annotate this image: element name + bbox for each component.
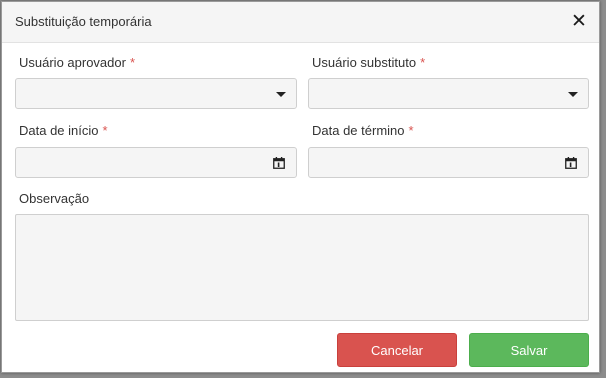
dialog-title: Substituição temporária <box>15 14 152 29</box>
start-date-input[interactable] <box>15 147 297 178</box>
substitute-select[interactable] <box>308 78 589 109</box>
required-mark: * <box>420 55 426 70</box>
required-mark: * <box>408 123 414 138</box>
chevron-down-icon <box>276 92 286 97</box>
start-date-label: Data de início * <box>19 123 108 138</box>
calendar-icon[interactable] <box>565 157 577 169</box>
end-date-label: Data de término * <box>312 123 414 138</box>
observation-label: Observação <box>19 191 90 206</box>
end-date-input[interactable] <box>308 147 589 178</box>
save-button[interactable]: Salvar <box>469 333 589 367</box>
dialog-header: Substituição temporária ✕ <box>2 2 599 43</box>
approver-label-text: Usuário aprovador <box>19 55 126 70</box>
approver-label: Usuário aprovador * <box>19 55 135 70</box>
required-mark: * <box>102 123 108 138</box>
required-mark: * <box>129 55 136 70</box>
substitute-label-text: Usuário substituto <box>312 55 417 70</box>
cancel-button[interactable]: Cancelar <box>337 333 457 367</box>
approver-select[interactable] <box>15 78 297 109</box>
chevron-down-icon <box>568 92 578 97</box>
temporary-substitution-dialog: Substituição temporária ✕ Usuário aprova… <box>1 1 600 373</box>
end-date-label-text: Data de término <box>312 123 405 138</box>
start-date-label-text: Data de início <box>19 123 99 138</box>
substitute-label: Usuário substituto * <box>312 55 425 70</box>
close-icon[interactable]: ✕ <box>568 11 590 33</box>
observation-textarea[interactable] <box>15 214 589 321</box>
calendar-icon[interactable] <box>273 157 285 169</box>
